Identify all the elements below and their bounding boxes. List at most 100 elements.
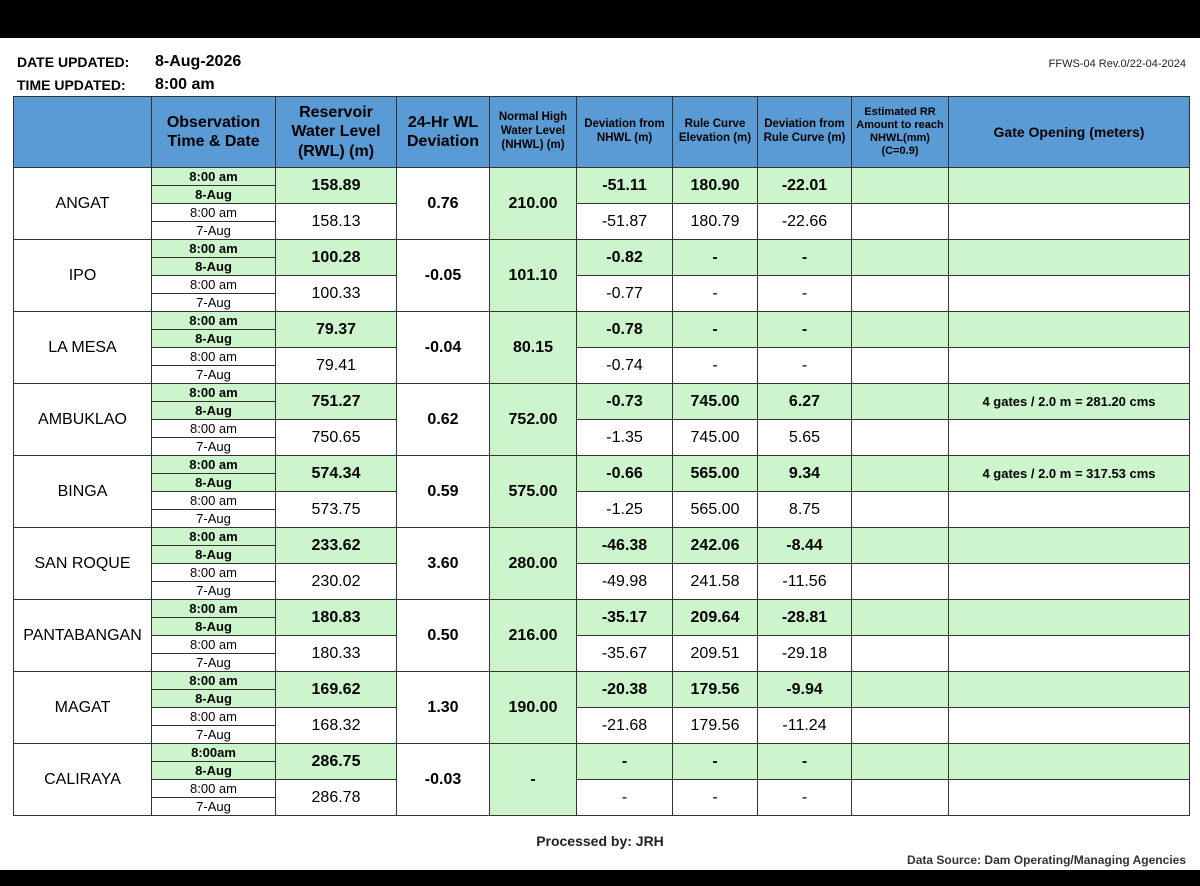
observation-time: 8:00 am (151, 311, 276, 330)
deviation-rule-curve-value: -29.18 (757, 635, 852, 672)
observation-time: 8:00 am (151, 419, 276, 438)
observation-date: 7-Aug (151, 797, 276, 816)
gate-opening-value (948, 635, 1190, 672)
nhwl-value: 80.15 (489, 311, 577, 384)
deviation-nhwl-value: - (576, 743, 673, 780)
rr-amount-value (851, 419, 949, 456)
wl-24hr-deviation: -0.04 (396, 311, 490, 384)
deviation-rule-curve-value: 9.34 (757, 455, 852, 492)
observation-date: 7-Aug (151, 725, 276, 744)
rr-amount-value (851, 779, 949, 816)
gate-opening-value (948, 167, 1190, 204)
observation-date: 8-Aug (151, 545, 276, 564)
rule-curve-value: 180.79 (672, 203, 758, 240)
nhwl-value: 752.00 (489, 383, 577, 456)
gate-opening-value: 4 gates / 2.0 m = 281.20 cms (948, 383, 1190, 420)
deviation-rule-curve-value: -22.01 (757, 167, 852, 204)
table-row: CALIRAYA 8:00am 286.75 -0.03- - - - (13, 743, 1190, 816)
rwl-value: 230.02 (275, 563, 397, 600)
deviation-nhwl-value: -0.74 (576, 347, 673, 384)
rule-curve-value: 745.00 (672, 419, 758, 456)
table-header-row: Observation Time & Date Reservoir Water … (13, 96, 1190, 168)
deviation-nhwl-value: - (576, 779, 673, 816)
table-row: 8:00 am 100.33 -0.77- - (14, 275, 1190, 312)
observation-time: 8:00 am (151, 563, 276, 582)
col-header-rwl: Reservoir Water Level (RWL) (m) (275, 96, 397, 168)
rwl-value: 180.33 (275, 635, 397, 672)
gate-opening-value (948, 707, 1190, 744)
rwl-value: 169.62 (275, 671, 397, 708)
rr-amount-value (851, 707, 949, 744)
deviation-nhwl-value: -1.35 (576, 419, 673, 456)
gate-opening-value (948, 311, 1190, 348)
rule-curve-value: - (672, 239, 758, 276)
gate-opening-value (948, 527, 1190, 564)
rwl-value: 233.62 (275, 527, 397, 564)
observation-date: 7-Aug (151, 365, 276, 384)
observation-date: 8-Aug (151, 473, 276, 492)
observation-date: 8-Aug (151, 617, 276, 636)
deviation-rule-curve-value: -9.94 (757, 671, 852, 708)
rwl-value: 750.65 (275, 419, 397, 456)
time-updated-label: TIME UPDATED: (17, 77, 126, 93)
observation-time: 8:00 am (151, 239, 276, 258)
observation-date: 7-Aug (151, 509, 276, 528)
observation-date: 8-Aug (151, 401, 276, 420)
gate-opening-value: 4 gates / 2.0 m = 317.53 cms (948, 455, 1190, 492)
rule-curve-value: 180.90 (672, 167, 758, 204)
deviation-nhwl-value: -46.38 (576, 527, 673, 564)
dam-name: ANGAT (13, 167, 152, 240)
rule-curve-value: 565.00 (672, 491, 758, 528)
deviation-nhwl-value: -35.67 (576, 635, 673, 672)
rule-curve-value: 209.64 (672, 599, 758, 636)
observation-time: 8:00 am (151, 599, 276, 618)
table-row: LA MESA 8:00 am 79.37 -0.04 80.15 -0.78- - (13, 311, 1190, 384)
rr-amount-value (851, 383, 949, 420)
table-row: 8:00 am 180.33 -35.67 209.51 -29.18 (14, 635, 1190, 672)
rr-amount-value (851, 563, 949, 600)
gate-opening-value (948, 239, 1190, 276)
rwl-value: 158.13 (275, 203, 397, 240)
wl-24hr-deviation: 3.60 (396, 527, 490, 600)
nhwl-value: 210.00 (489, 167, 577, 240)
rule-curve-value: - (672, 311, 758, 348)
gate-opening-value (948, 419, 1190, 456)
dam-name: SAN ROQUE (13, 527, 152, 600)
rwl-value: 751.27 (275, 383, 397, 420)
observation-time: 8:00 am (151, 455, 276, 474)
table-body: ANGAT 8:00 am 158.89 0.76 210.00 -51.11 180.90… (13, 167, 1190, 816)
deviation-rule-curve-value: -11.24 (757, 707, 852, 744)
deviation-nhwl-value: -0.82 (576, 239, 673, 276)
wl-24hr-deviation: 0.62 (396, 383, 490, 456)
processed-by: Processed by: JRH (536, 833, 664, 849)
deviation-rule-curve-value: - (757, 779, 852, 816)
table-row: 8:00 am 158.13 -51.87 180.79 -22.66 (14, 203, 1190, 240)
rule-curve-value: 242.06 (672, 527, 758, 564)
deviation-rule-curve-value: - (757, 743, 852, 780)
table-row: 8:00 am 573.75 -1.25 565.00 8.75 (14, 491, 1190, 528)
rwl-value: 574.34 (275, 455, 397, 492)
rwl-value: 79.37 (275, 311, 397, 348)
nhwl-value: 575.00 (489, 455, 577, 528)
rwl-value: 100.33 (275, 275, 397, 312)
rwl-value: 168.32 (275, 707, 397, 744)
deviation-rule-curve-value: - (757, 275, 852, 312)
observation-time: 8:00 am (151, 779, 276, 798)
deviation-nhwl-value: -0.73 (576, 383, 673, 420)
deviation-rule-curve-value: -28.81 (757, 599, 852, 636)
table-row: 8:00 am 286.78- - - (14, 779, 1190, 816)
wl-24hr-deviation: 0.50 (396, 599, 490, 672)
observation-date: 7-Aug (151, 437, 276, 456)
deviation-nhwl-value: -51.11 (576, 167, 673, 204)
table-row: 8:00 am 230.02 -49.98 241.58 -11.56 (14, 563, 1190, 600)
nhwl-value: 216.00 (489, 599, 577, 672)
observation-date: 8-Aug (151, 689, 276, 708)
rule-curve-value: - (672, 347, 758, 384)
rwl-value: 158.89 (275, 167, 397, 204)
rule-curve-value: 745.00 (672, 383, 758, 420)
date-updated-value: 8-Aug-2026 (155, 53, 242, 70)
deviation-rule-curve-value: - (757, 239, 852, 276)
nhwl-value: 190.00 (489, 671, 577, 744)
dam-name: BINGA (13, 455, 152, 528)
observation-time: 8:00 am (151, 203, 276, 222)
